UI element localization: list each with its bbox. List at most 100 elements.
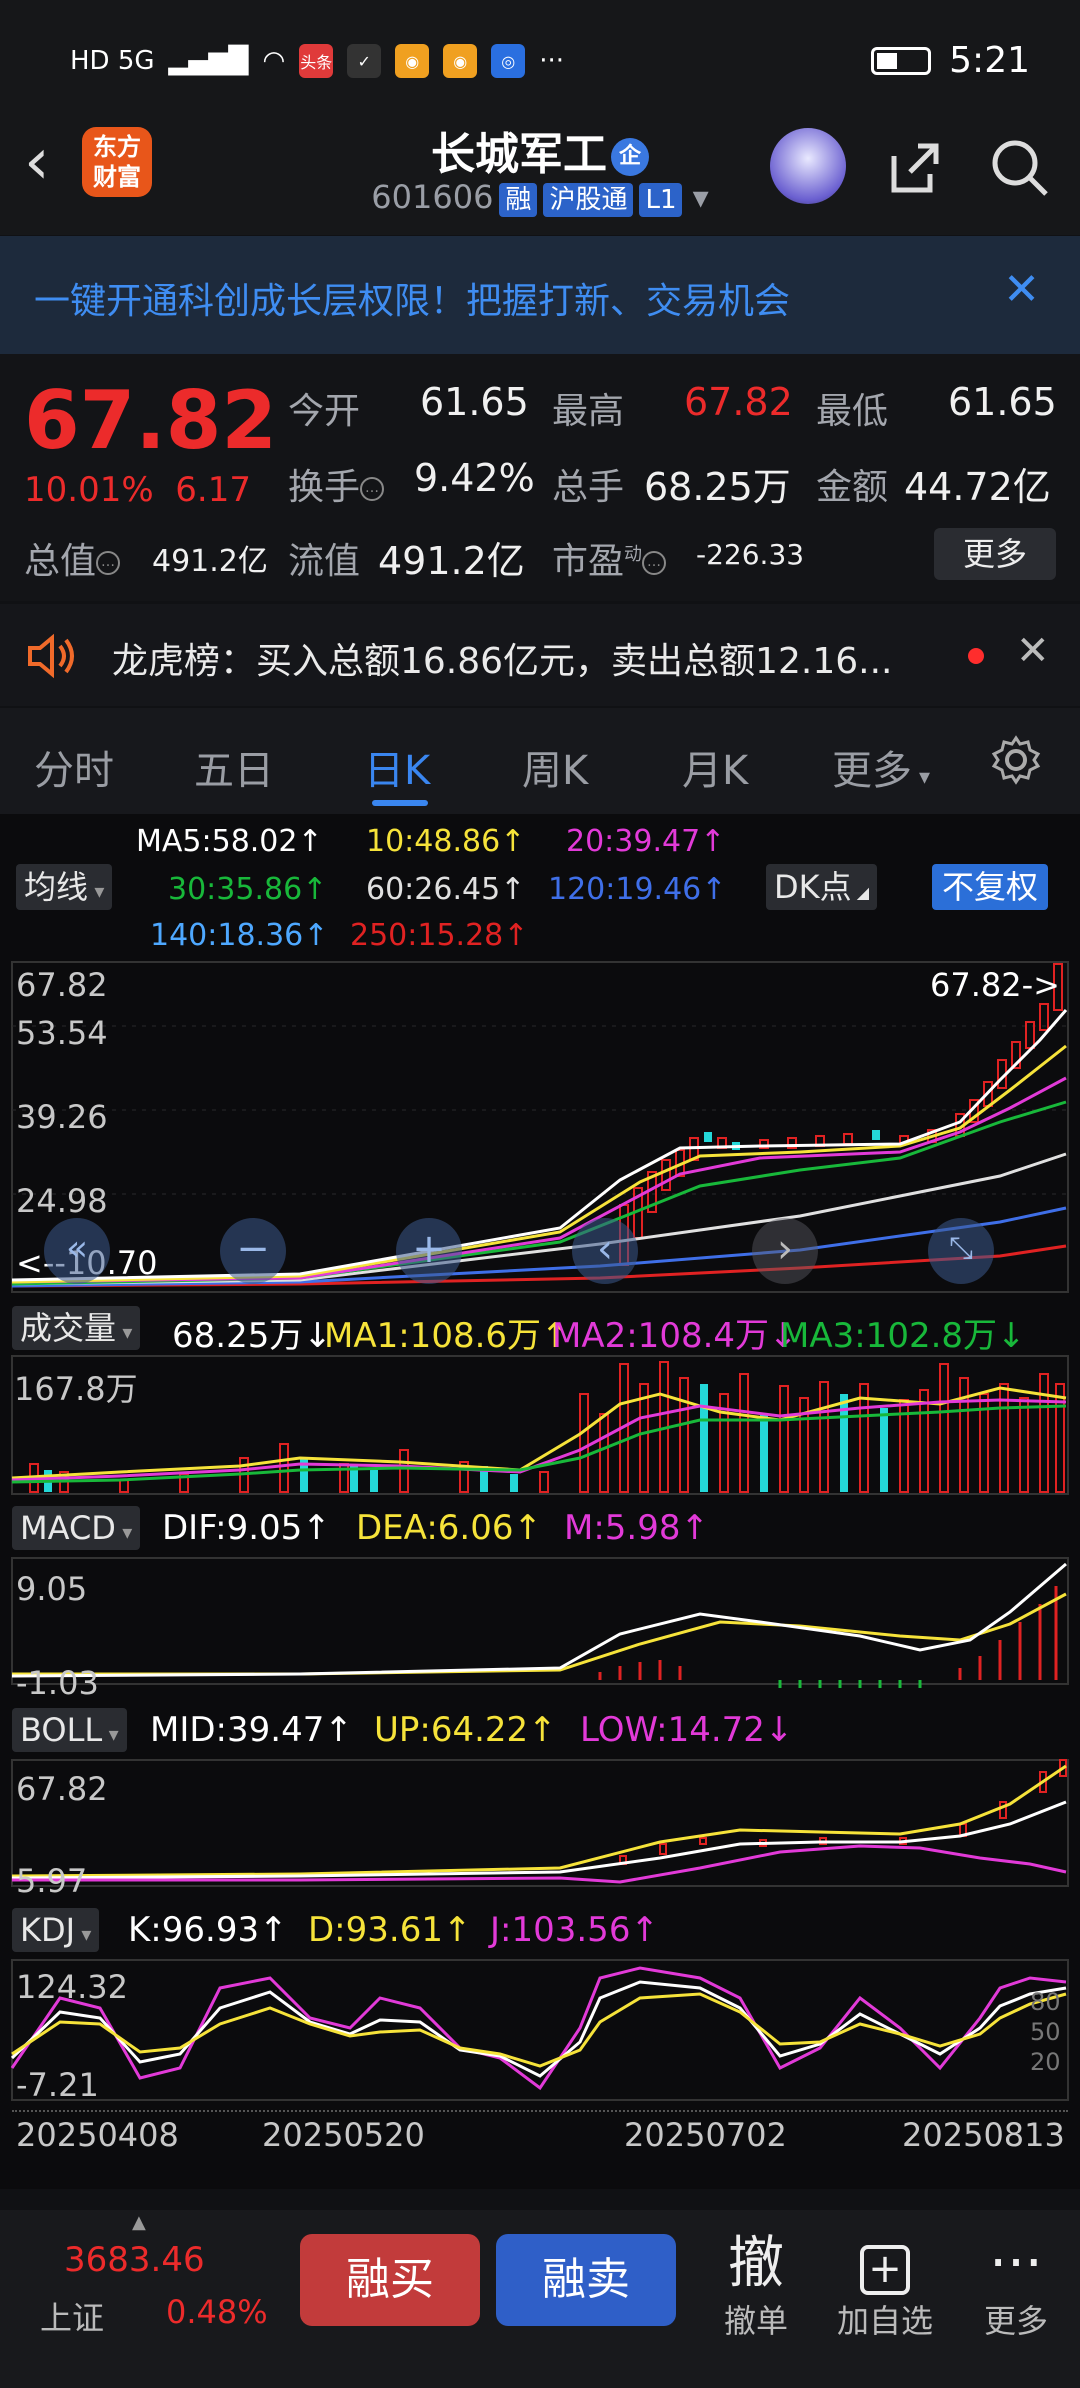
kdj-chart[interactable] [0, 1958, 1080, 2104]
tab-five-day[interactable]: 五日 [194, 738, 274, 796]
boll-mid-line [11, 1800, 1067, 1880]
zoom-out-icon[interactable]: − [220, 1218, 286, 1284]
boll-mid: MID:39.47↑ [150, 1710, 353, 1750]
index-name[interactable]: 上证 [40, 2293, 104, 2339]
notice-close-icon[interactable]: ✕ [1016, 628, 1050, 674]
kdj-y-bottom: -7.21 [16, 2066, 99, 2104]
float-cap-label: 流值 [288, 541, 361, 582]
share-icon[interactable] [884, 136, 946, 198]
kline-chart[interactable] [0, 960, 1080, 1298]
ma30-value: 30:35.86↑ [168, 872, 328, 907]
promo-banner-text[interactable]: 一键开通科创成长层权限！把握打新、交易机会 [34, 272, 790, 324]
pe-value: -226.33 [696, 538, 805, 571]
volume-current: 68.25万↓ [172, 1316, 332, 1356]
info-icon[interactable]: … [360, 477, 385, 501]
app-icon-blue: ◎ [491, 44, 526, 78]
stock-code: 601606 [371, 178, 494, 216]
search-icon[interactable] [988, 136, 1050, 198]
active-tab-indicator [372, 800, 428, 806]
change-percent: 10.01% [24, 470, 154, 510]
margin-sell-button[interactable]: 融卖 [496, 2234, 676, 2326]
kline-y-label-top: 67.82 [16, 966, 108, 1004]
macd-chart[interactable] [0, 1556, 1080, 1688]
unread-dot [968, 648, 984, 664]
scroll-right-icon[interactable]: › [752, 1218, 818, 1284]
volume-chart[interactable] [0, 1354, 1080, 1498]
tab-monthly-k[interactable]: 月K [682, 738, 748, 796]
date-label-2: 20250520 [262, 2116, 425, 2154]
scroll-left-fast-icon[interactable]: « [44, 1218, 110, 1284]
network-indicator: HD 5G [70, 46, 155, 76]
open-label: 今开 [288, 391, 361, 432]
more-notifications: ··· [539, 46, 564, 76]
gear-icon[interactable] [990, 734, 1042, 786]
notice-text[interactable]: 龙虎榜：买入总额16.86亿元，卖出总额12.16... [112, 632, 892, 684]
tab-weekly-k[interactable]: 周K [522, 738, 588, 796]
more-quote-button[interactable]: 更多 [934, 528, 1056, 580]
more-button[interactable]: ··· 更多 [976, 2232, 1056, 2342]
add-square-icon: + [830, 2232, 940, 2296]
kdj-level-50: 50 [1030, 2018, 1061, 2046]
pe-label: 市盈动… [552, 532, 667, 584]
boll-selector[interactable]: BOLL ▾ [12, 1708, 127, 1752]
latest-price-marker: 67.82-> [930, 966, 1060, 1004]
price-change: 10.01% 6.17 [24, 470, 251, 510]
date-label-1: 20250408 [16, 2116, 179, 2154]
market-cap-value: 491.2亿 [152, 544, 268, 579]
dk-point-button[interactable]: DK点 ◢ [766, 864, 878, 910]
kdj-k-line [10, 1980, 1067, 2078]
float-cap-value: 491.2亿 [378, 539, 525, 583]
ma60-value: 60:26.45↑ [366, 872, 526, 907]
index-value[interactable]: 3683.46 [64, 2240, 205, 2280]
banner-close-icon[interactable]: ✕ [1003, 264, 1040, 315]
volume-selector[interactable]: 成交量 ▾ [12, 1306, 141, 1350]
add-watchlist-button[interactable]: + 加自选 [830, 2232, 940, 2342]
kdj-selector[interactable]: KDJ ▾ [12, 1908, 100, 1952]
volume-y-label: 167.8万 [14, 1370, 138, 1408]
margin-buy-button[interactable]: 融买 [300, 2234, 480, 2326]
zoom-in-icon[interactable]: + [396, 1218, 462, 1284]
more-label: 更多 [983, 2302, 1048, 2340]
kline-y-label-4: 24.98 [16, 1182, 108, 1220]
info-icon[interactable]: … [96, 551, 121, 575]
no-adjust-button[interactable]: 不复权 [932, 864, 1049, 910]
toutiao-app-icon: 头条 [299, 44, 334, 78]
index-change[interactable]: 0.48% [166, 2293, 268, 2331]
macd-frame [11, 1557, 1069, 1685]
high-value: 67.82 [684, 380, 793, 424]
volume-ma1: MA1:108.6万↑ [324, 1316, 570, 1356]
ai-assistant-icon[interactable] [770, 128, 846, 204]
connect-tag: 沪股通 [543, 183, 634, 217]
fullscreen-icon[interactable]: ⤡ [928, 1218, 994, 1284]
cancel-order-button[interactable]: 撤 撤单 [718, 2232, 794, 2342]
ma140-value: 140:18.36↑ [150, 918, 329, 953]
battery-icon [871, 46, 932, 75]
market-cap-label: 总值… [24, 532, 121, 584]
tab-daily-k[interactable]: 日K [364, 738, 430, 796]
macd-m: M:5.98↑ [564, 1508, 709, 1548]
tab-intraday[interactable]: 分时 [34, 738, 114, 796]
boll-up: UP:64.22↑ [374, 1710, 557, 1750]
cancel-icon: 撤 [728, 2231, 784, 2296]
macd-dea-line [12, 1592, 1067, 1676]
kdj-y-top: 124.32 [16, 1968, 128, 2006]
kline-y-label-3: 39.26 [16, 1098, 108, 1136]
volume-label: 总手 [552, 467, 625, 508]
macd-selector[interactable]: MACD ▾ [12, 1506, 141, 1550]
tab-more[interactable]: 更多 ▾ [832, 738, 930, 796]
ma10-line [11, 1044, 1067, 1284]
last-price: 67.82 [24, 374, 278, 467]
level-tag: L1 [639, 183, 683, 217]
volume-ma3: MA3:102.8万↓ [780, 1316, 1026, 1356]
ma10-value: 10:48.86↑ [366, 824, 526, 859]
low-value: 61.65 [948, 380, 1057, 424]
date-label-3: 20250702 [624, 2116, 787, 2154]
ma-selector[interactable]: 均线 ▾ [16, 864, 113, 910]
scroll-left-icon[interactable]: ‹ [572, 1218, 638, 1284]
macd-dif-line [11, 1562, 1067, 1678]
expand-up-icon[interactable]: ▲ [132, 2212, 146, 2233]
info-icon[interactable]: … [642, 551, 667, 575]
kdj-j-line [10, 1966, 1067, 2091]
boll-chart[interactable] [0, 1758, 1080, 1890]
kdj-frame [11, 1959, 1069, 2101]
